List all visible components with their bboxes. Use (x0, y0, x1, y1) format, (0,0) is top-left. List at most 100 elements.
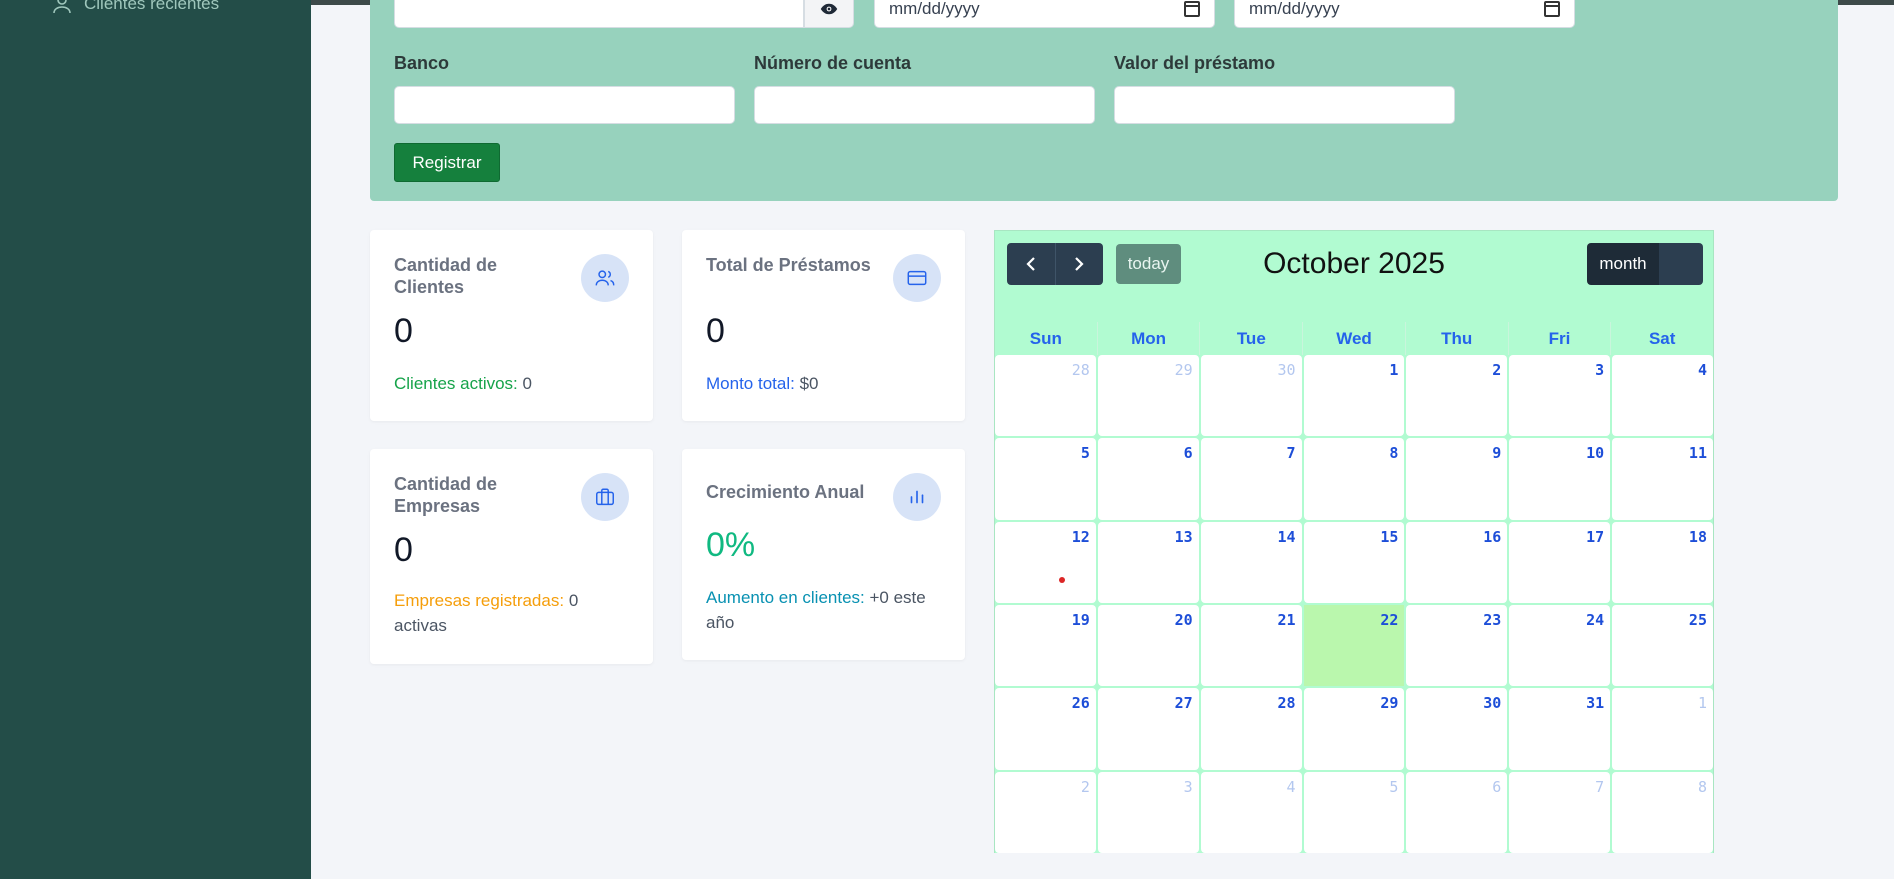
calendar-day[interactable]: 21 (1200, 605, 1302, 687)
day-number[interactable]: 4 (1287, 778, 1296, 796)
calendar-day[interactable]: 18 (1612, 521, 1713, 603)
day-number[interactable]: 5 (1389, 778, 1398, 796)
calendar-picker-icon[interactable] (1184, 1, 1200, 17)
day-number[interactable]: 1 (1389, 361, 1398, 379)
calendar-day[interactable]: 31 (1509, 688, 1611, 770)
calendar-day[interactable]: 3 (1097, 771, 1199, 853)
calendar-day[interactable]: 24 (1509, 605, 1611, 687)
calendar-day[interactable]: 30 (1406, 688, 1508, 770)
day-number[interactable]: 30 (1483, 694, 1501, 712)
calendar-day[interactable]: 28 (995, 355, 1096, 437)
calendar-day[interactable]: 30 (1200, 355, 1302, 437)
calendar-picker-icon[interactable] (1544, 1, 1560, 17)
day-number[interactable]: 6 (1492, 778, 1501, 796)
calendar-day[interactable]: 10 (1509, 438, 1611, 520)
day-number[interactable]: 15 (1380, 528, 1398, 546)
day-number[interactable]: 8 (1389, 444, 1398, 462)
calendar-day[interactable]: 6 (1406, 771, 1508, 853)
calendar-day[interactable]: 2 (1406, 355, 1508, 437)
calendar-day[interactable]: 29 (1097, 355, 1199, 437)
calendar-day[interactable]: 16 (1406, 521, 1508, 603)
calendar-day[interactable]: 5 (995, 438, 1096, 520)
calendar-day[interactable]: 19 (995, 605, 1096, 687)
day-number[interactable]: 29 (1175, 361, 1193, 379)
day-number[interactable]: 10 (1586, 444, 1604, 462)
calendar-day[interactable]: 28 (1200, 688, 1302, 770)
day-number[interactable]: 26 (1072, 694, 1090, 712)
day-number[interactable]: 28 (1072, 361, 1090, 379)
calendar-day[interactable]: 4 (1612, 355, 1713, 437)
calendar-day[interactable]: 26 (995, 688, 1096, 770)
day-number[interactable]: 8 (1698, 778, 1707, 796)
end-date-input[interactable]: mm/dd/yyyy (1234, 0, 1575, 28)
calendar-day[interactable]: 4 (1200, 771, 1302, 853)
register-button[interactable]: Registrar (394, 143, 500, 182)
calendar-day[interactable]: 23 (1406, 605, 1508, 687)
day-number[interactable]: 13 (1175, 528, 1193, 546)
calendar-day[interactable]: 9 (1406, 438, 1508, 520)
calendar-day[interactable]: 7 (1200, 438, 1302, 520)
day-number[interactable]: 7 (1595, 778, 1604, 796)
calendar-day[interactable]: 3 (1509, 355, 1611, 437)
calendar-day[interactable]: 8 (1612, 771, 1713, 853)
calendar-day[interactable]: 29 (1303, 688, 1405, 770)
day-number[interactable]: 22 (1380, 611, 1398, 629)
calendar-day[interactable]: 12 (995, 521, 1096, 603)
other-view-button[interactable] (1659, 243, 1703, 285)
day-number[interactable]: 1 (1698, 694, 1707, 712)
bank-input[interactable] (394, 86, 735, 124)
day-number[interactable]: 12 (1072, 528, 1090, 546)
event-dot[interactable] (1059, 576, 1065, 583)
account-number-input[interactable] (754, 86, 1095, 124)
day-number[interactable]: 28 (1278, 694, 1296, 712)
calendar-day[interactable]: 20 (1097, 605, 1199, 687)
day-number[interactable]: 21 (1278, 611, 1296, 629)
day-number[interactable]: 31 (1586, 694, 1604, 712)
day-number[interactable]: 3 (1184, 778, 1193, 796)
calendar-day[interactable]: 7 (1509, 771, 1611, 853)
day-number[interactable]: 2 (1492, 361, 1501, 379)
weekday-label: Thu (1404, 322, 1508, 355)
calendar-day[interactable]: 14 (1200, 521, 1302, 603)
calendar-day[interactable]: 5 (1303, 771, 1405, 853)
calendar-day[interactable]: 15 (1303, 521, 1405, 603)
loans-card: Total de Préstamos 0 Monto total: $0 (682, 230, 965, 421)
day-number[interactable]: 2 (1081, 778, 1090, 796)
calendar-day[interactable]: 1 (1303, 355, 1405, 437)
start-date-input[interactable]: mm/dd/yyyy (874, 0, 1215, 28)
day-number[interactable]: 27 (1175, 694, 1193, 712)
calendar-day[interactable]: 11 (1612, 438, 1713, 520)
day-number[interactable]: 24 (1586, 611, 1604, 629)
password-field[interactable] (394, 0, 804, 28)
calendar-day[interactable]: 2 (995, 771, 1096, 853)
day-number[interactable]: 23 (1483, 611, 1501, 629)
day-number[interactable]: 7 (1287, 444, 1296, 462)
day-number[interactable]: 20 (1175, 611, 1193, 629)
calendar-day[interactable]: 1 (1612, 688, 1713, 770)
day-number[interactable]: 30 (1278, 361, 1296, 379)
day-number[interactable]: 11 (1689, 444, 1707, 462)
day-number[interactable]: 6 (1184, 444, 1193, 462)
calendar-day[interactable]: 8 (1303, 438, 1405, 520)
loan-value-input[interactable] (1114, 86, 1455, 124)
month-view-button[interactable]: month (1587, 243, 1659, 285)
calendar-day[interactable]: 17 (1509, 521, 1611, 603)
calendar-day[interactable]: 27 (1097, 688, 1199, 770)
calendar-day-today[interactable]: 22 (1303, 605, 1405, 687)
sidebar-item-recent-clients[interactable]: Clientes recientes (50, 0, 219, 16)
day-number[interactable]: 17 (1586, 528, 1604, 546)
calendar-day[interactable]: 25 (1612, 605, 1713, 687)
day-number[interactable]: 18 (1689, 528, 1707, 546)
day-number[interactable]: 16 (1483, 528, 1501, 546)
calendar-day[interactable]: 13 (1097, 521, 1199, 603)
toggle-visibility-button[interactable] (804, 0, 854, 28)
day-number[interactable]: 29 (1380, 694, 1398, 712)
day-number[interactable]: 19 (1072, 611, 1090, 629)
day-number[interactable]: 4 (1698, 361, 1707, 379)
day-number[interactable]: 14 (1278, 528, 1296, 546)
day-number[interactable]: 25 (1689, 611, 1707, 629)
day-number[interactable]: 9 (1492, 444, 1501, 462)
calendar-day[interactable]: 6 (1097, 438, 1199, 520)
day-number[interactable]: 3 (1595, 361, 1604, 379)
day-number[interactable]: 5 (1081, 444, 1090, 462)
